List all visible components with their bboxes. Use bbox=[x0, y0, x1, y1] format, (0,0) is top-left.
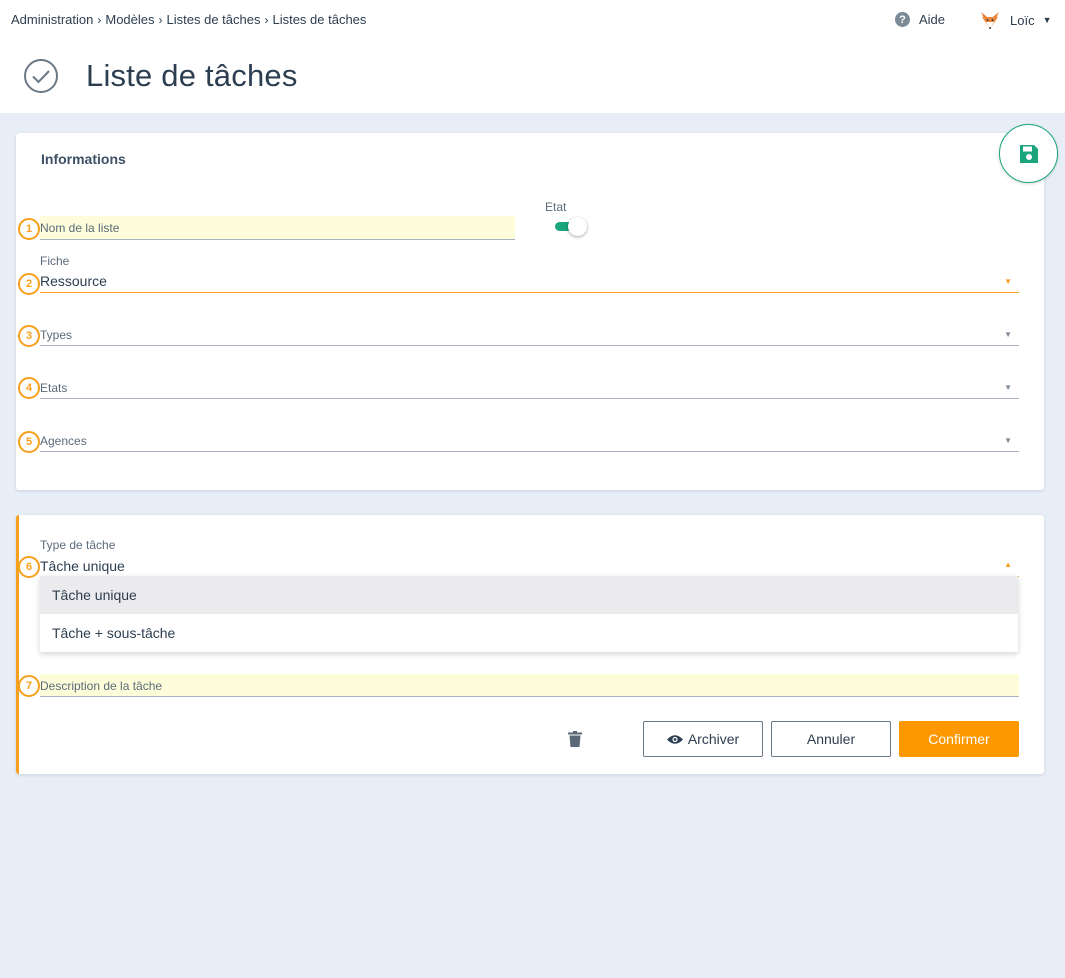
marker-1: 1 bbox=[18, 218, 40, 240]
breadcrumb-listes-de-taches[interactable]: Listes de tâches bbox=[167, 12, 261, 27]
type-de-tache-dropdown: Tâche unique Tâche + sous-tâche bbox=[40, 576, 1018, 652]
save-button[interactable] bbox=[999, 124, 1058, 183]
fox-avatar-icon bbox=[981, 12, 999, 29]
breadcrumb-separator-icon: › bbox=[97, 12, 102, 27]
marker-3: 3 bbox=[18, 325, 40, 347]
dropdown-arrow-icon: ▼ bbox=[1004, 436, 1012, 445]
breadcrumb: Administration › Modèles › Listes de tâc… bbox=[11, 12, 366, 27]
type-de-tache-select[interactable]: Type de tâche Tâche unique ▲ bbox=[40, 537, 1019, 577]
breadcrumb-current: Listes de tâches bbox=[272, 12, 367, 27]
informations-title: Informations bbox=[41, 151, 126, 167]
confirm-label: Confirmer bbox=[928, 731, 990, 747]
description-label: Description de la tâche bbox=[40, 679, 163, 693]
dropdown-arrow-icon: ▼ bbox=[1004, 330, 1012, 339]
etat-label: Etat bbox=[545, 200, 567, 214]
dropdown-option[interactable]: Tâche unique bbox=[40, 576, 1018, 614]
etats-label: Etats bbox=[40, 381, 68, 395]
cancel-label: Annuler bbox=[806, 731, 856, 747]
breadcrumb-modeles[interactable]: Modèles bbox=[105, 12, 154, 27]
top-bar: Administration › Modèles › Listes de tâc… bbox=[0, 0, 1065, 113]
trash-icon[interactable] bbox=[568, 731, 582, 747]
floppy-disk-icon bbox=[1019, 144, 1038, 163]
agences-select[interactable]: Agences ▼ bbox=[40, 428, 1019, 452]
dropdown-arrow-up-icon: ▲ bbox=[1004, 560, 1012, 569]
field-underline bbox=[40, 239, 515, 240]
dropdown-option[interactable]: Tâche + sous-tâche bbox=[40, 614, 1018, 652]
marker-4: 4 bbox=[18, 377, 40, 399]
types-label: Types bbox=[40, 328, 73, 342]
help-link[interactable]: ? Aide bbox=[895, 12, 945, 27]
eye-icon bbox=[666, 734, 683, 744]
fiche-value: Ressource bbox=[40, 273, 107, 289]
archive-label: Archiver bbox=[687, 731, 740, 747]
question-icon: ? bbox=[895, 12, 910, 27]
etats-select[interactable]: Etats ▼ bbox=[40, 375, 1019, 399]
confirm-button[interactable]: Confirmer bbox=[899, 721, 1019, 757]
dropdown-arrow-icon: ▼ bbox=[1004, 277, 1012, 286]
toggle-knob bbox=[568, 217, 587, 236]
agences-label: Agences bbox=[40, 434, 87, 448]
field-underline bbox=[40, 696, 1019, 697]
cancel-button[interactable]: Annuler bbox=[771, 721, 891, 757]
field-underline bbox=[40, 451, 1019, 452]
field-underline bbox=[40, 398, 1019, 399]
nom-de-la-liste-label: Nom de la liste bbox=[40, 221, 120, 235]
type-de-tache-value: Tâche unique bbox=[40, 558, 125, 574]
etat-toggle[interactable] bbox=[555, 217, 587, 236]
check-circle-icon bbox=[24, 59, 58, 93]
archive-button[interactable]: Archiver bbox=[643, 721, 763, 757]
breadcrumb-separator-icon: › bbox=[264, 12, 269, 27]
caret-down-icon: ▼ bbox=[1042, 15, 1052, 25]
marker-2: 2 bbox=[18, 273, 40, 295]
user-menu[interactable]: Loïc ▼ bbox=[979, 9, 1052, 31]
fiche-select[interactable]: Fiche Ressource ▼ bbox=[40, 253, 1019, 293]
marker-7: 7 bbox=[18, 675, 40, 697]
breadcrumb-separator-icon: › bbox=[158, 12, 163, 27]
type-de-tache-label: Type de tâche bbox=[40, 538, 116, 552]
field-underline bbox=[40, 345, 1019, 346]
nom-de-la-liste-field[interactable]: Nom de la liste bbox=[40, 216, 515, 240]
types-select[interactable]: Types ▼ bbox=[40, 322, 1019, 346]
breadcrumb-administration[interactable]: Administration bbox=[11, 12, 93, 27]
page-title: Liste de tâches bbox=[86, 58, 298, 93]
help-label: Aide bbox=[919, 12, 946, 27]
fiche-label: Fiche bbox=[40, 254, 70, 268]
marker-5: 5 bbox=[18, 431, 40, 453]
description-field[interactable]: Description de la tâche bbox=[40, 674, 1019, 697]
dropdown-arrow-icon: ▼ bbox=[1004, 383, 1012, 392]
title-row: Liste de tâches bbox=[23, 58, 298, 94]
field-underline bbox=[40, 292, 1019, 293]
marker-6: 6 bbox=[18, 556, 40, 578]
user-name: Loïc bbox=[1010, 12, 1035, 28]
